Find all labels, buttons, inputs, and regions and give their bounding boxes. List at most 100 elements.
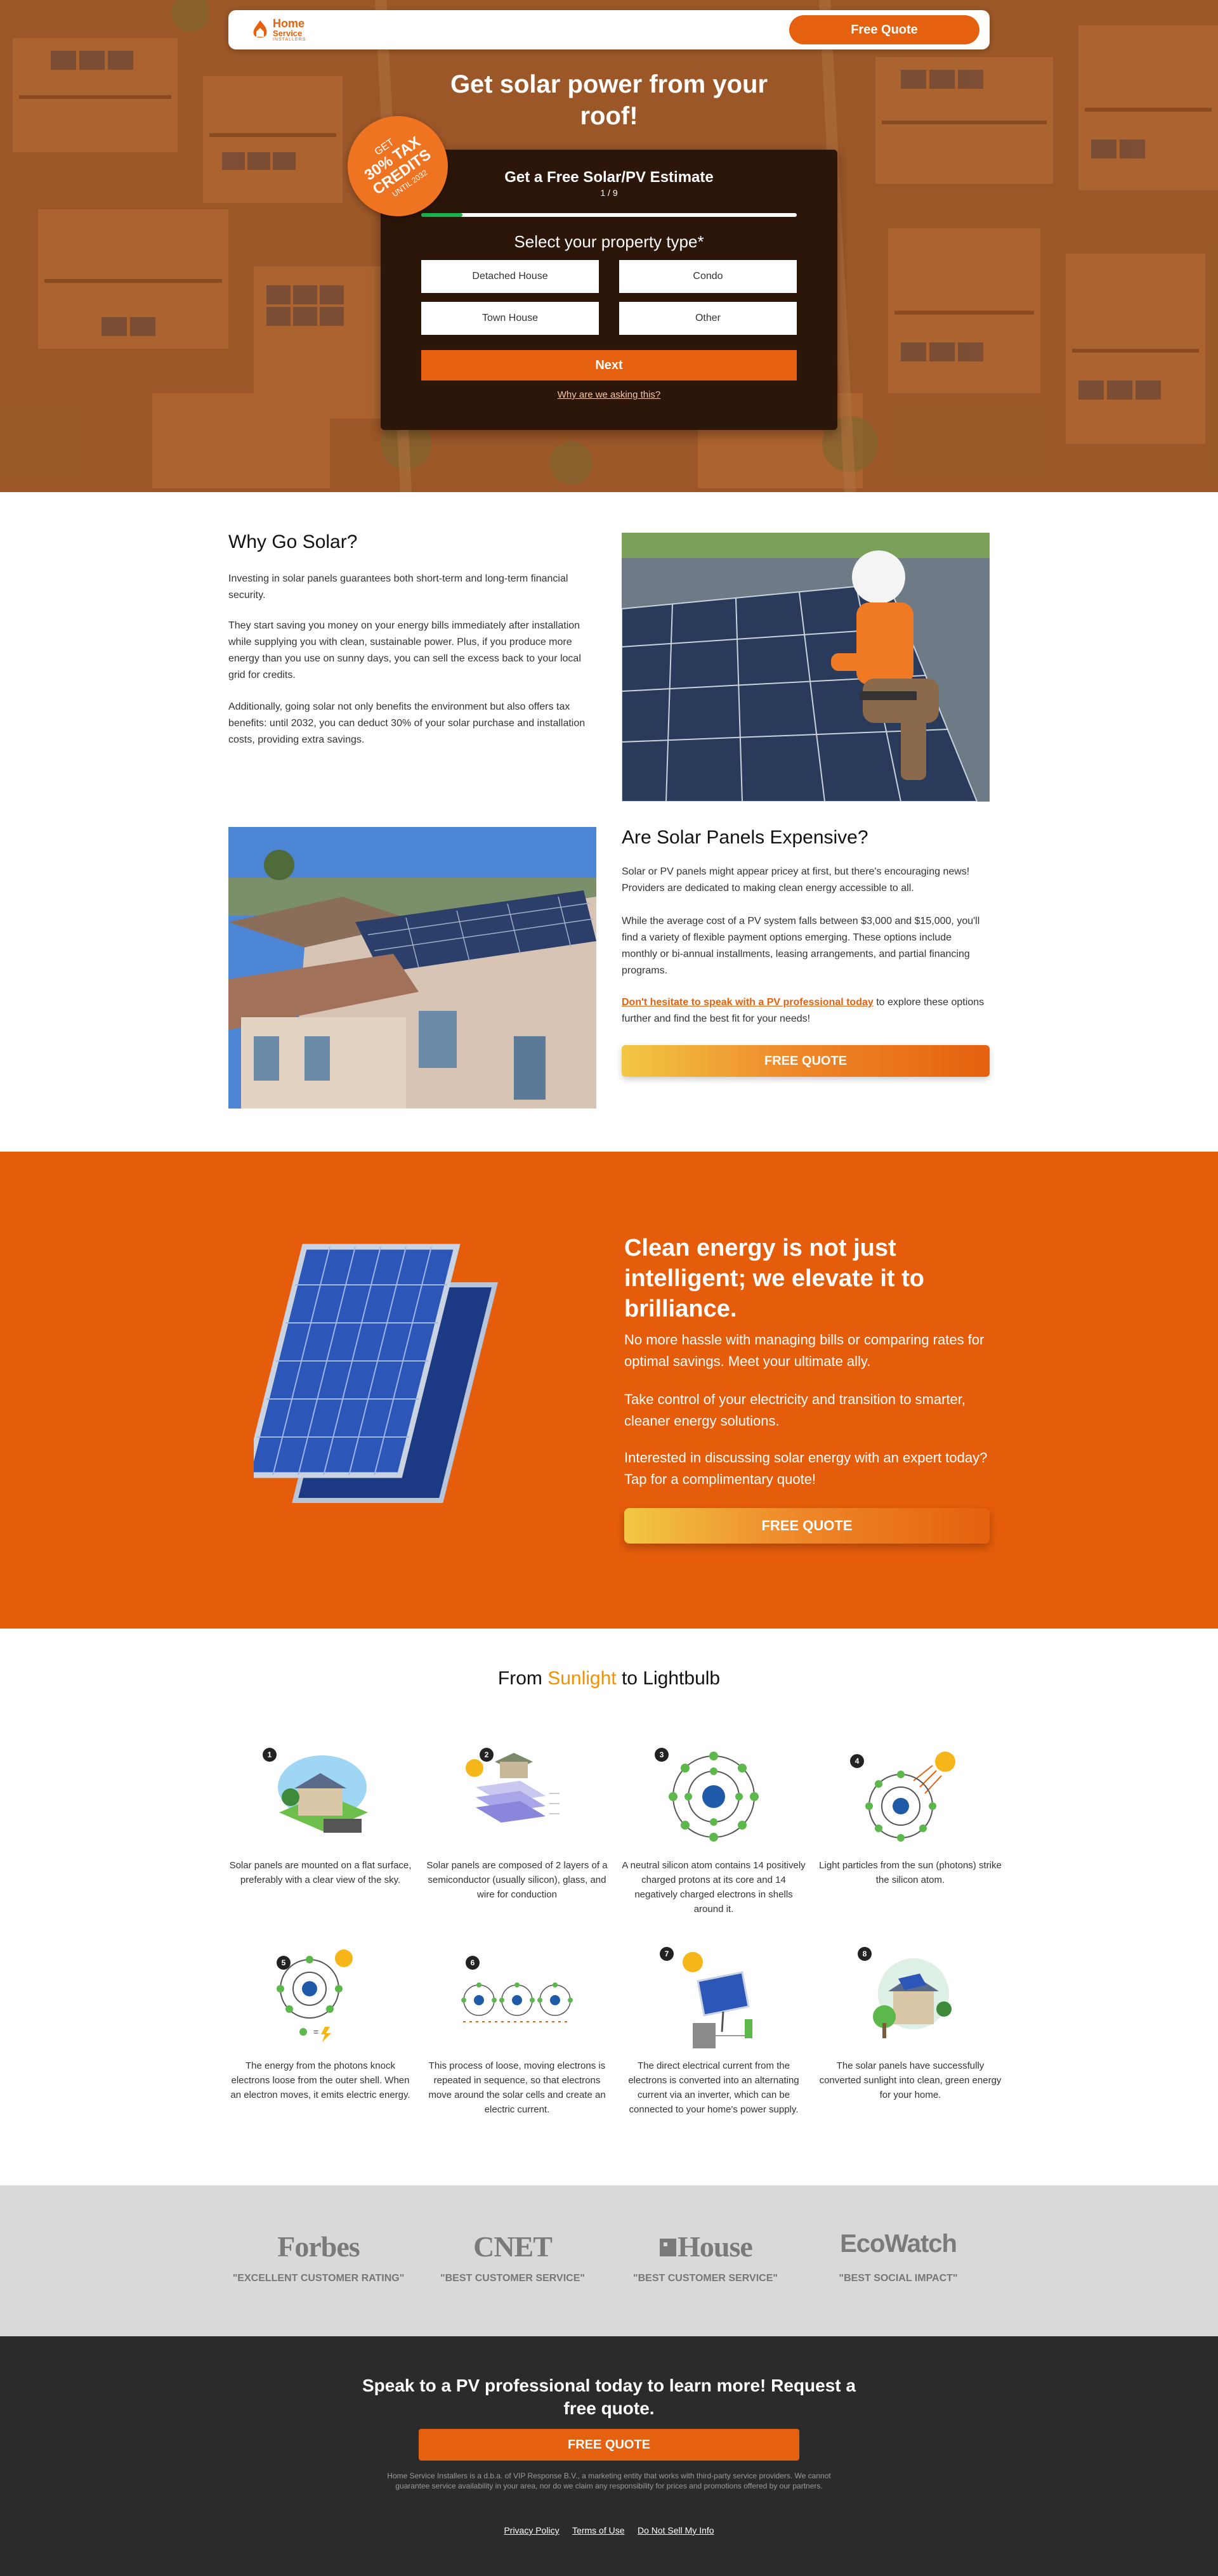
why-asking-link[interactable]: Why are we asking this? — [381, 389, 837, 400]
option-detached-house[interactable]: Detached House — [421, 260, 599, 293]
electron-release-icon: = — [277, 1949, 353, 2042]
steps-title: From Sunlight to Lightbulb — [0, 1668, 1218, 1689]
step-5: 5 = The energy from the photons knock el… — [228, 1943, 412, 2102]
step-5-caption: The energy from the photons knock electr… — [230, 2060, 410, 2100]
header-free-quote-button[interactable]: Free Quote — [789, 15, 979, 44]
step-6-number: 6 — [466, 1956, 480, 1970]
forbes-logo: Forbes — [277, 2230, 360, 2263]
step-4-number: 4 — [850, 1754, 864, 1768]
steps-title-prefix: From — [497, 1668, 548, 1689]
step-2-number: 2 — [480, 1748, 494, 1762]
step-2-caption: Solar panels are composed of 2 layers of… — [426, 1860, 608, 1900]
press-item-ecowatch: EcoWatch "BEST SOCIAL IMPACT" — [803, 2230, 993, 2284]
form-progress-fill — [421, 213, 463, 217]
flame-house-icon — [253, 20, 267, 38]
speak-pro-link[interactable]: Don't hesitate to speak with a PV profes… — [622, 997, 874, 1008]
electron-chain-icon — [461, 1982, 573, 2022]
step-3-number: 3 — [655, 1748, 669, 1762]
installer-on-roof-image — [622, 533, 990, 802]
photons-strike-atom-icon — [865, 1752, 955, 1842]
press-quote-forbes: "EXCELLENT CUSTOMER RATING" — [232, 2273, 405, 2284]
clean-energy-free-quote-button[interactable]: FREE QUOTE — [624, 1508, 990, 1544]
step-7-caption: The direct electrical current from the e… — [628, 2060, 799, 2115]
option-town-house[interactable]: Town House — [421, 302, 599, 335]
terms-of-use-link[interactable]: Terms of Use — [572, 2525, 624, 2535]
expensive-p2: While the average cost of a PV system fa… — [622, 916, 980, 976]
step-7: 7 The direct electrical current from the… — [622, 1943, 806, 2117]
step-8-number: 8 — [858, 1947, 872, 1961]
step-7-number: 7 — [660, 1947, 674, 1961]
top-nav-bar: Home Service INSTALLERS Free Quote — [228, 10, 990, 49]
step-6-caption: This process of loose, moving electrons … — [428, 2060, 606, 2115]
form-question: Select your property type* — [514, 232, 704, 251]
clean-energy-section: Clean energy is not just intelligent; we… — [0, 1152, 1218, 1629]
step-1: 1 Solar panels are mounted on a flat sur… — [228, 1743, 412, 1887]
option-other[interactable]: Other — [619, 302, 797, 335]
brand-logo[interactable]: Home Service INSTALLERS — [251, 16, 315, 43]
press-quote-cnet: "BEST CUSTOMER SERVICE" — [440, 2273, 585, 2284]
house-logo-text: House — [678, 2230, 753, 2263]
step-8-caption: The solar panels have successfully conve… — [819, 2060, 1002, 2100]
footer-disclaimer: Home Service Installers is a d.b.a. of V… — [387, 2471, 831, 2490]
option-condo[interactable]: Condo — [619, 260, 797, 293]
house-mark-icon — [660, 2239, 677, 2256]
step-5-number: 5 — [277, 1956, 291, 1970]
panel-layers-icon — [466, 1753, 560, 1823]
landing-page: Home Service INSTALLERS Free Quote Get s… — [0, 0, 1218, 2576]
step-4: 4 Light particles from the sun (photons)… — [818, 1743, 1002, 1887]
info-section: Why Go Solar? Investing in solar panels … — [0, 492, 1218, 1152]
form-progress-bar — [421, 213, 797, 217]
expensive-p3: Don't hesitate to speak with a PV profes… — [622, 994, 990, 1027]
silicon-atom-icon — [669, 1752, 759, 1842]
brand-name-line2: Service — [273, 29, 303, 38]
footer-title: Speak to a PV professional today to lear… — [362, 2376, 856, 2418]
brand-name-line3: INSTALLERS — [273, 37, 306, 42]
ecowatch-logo: EcoWatch — [840, 2230, 957, 2258]
why-solar-title: Why Go Solar? — [228, 531, 358, 552]
clean-energy-p2: Take control of your electricity and tra… — [624, 1391, 966, 1429]
expensive-p1: Solar or PV panels might appear pricey a… — [622, 866, 970, 894]
steps-title-highlight: Sunlight — [547, 1668, 617, 1689]
expensive-free-quote-button[interactable]: FREE QUOTE — [622, 1045, 990, 1077]
step-8: 8 The solar panels have successfully con… — [818, 1943, 1002, 2102]
hero-section: Home Service INSTALLERS Free Quote Get s… — [0, 0, 1218, 492]
hero-title: Get solar power from your roof! — [450, 70, 768, 130]
why-solar-p2: They start saving you money on your ener… — [228, 620, 581, 680]
tax-credit-badge: GET 30% TAX CREDITS UNTIL 2032 — [348, 116, 448, 216]
step-1-caption: Solar panels are mounted on a flat surfa… — [229, 1860, 412, 1885]
step-1-number: 1 — [263, 1748, 277, 1762]
house-on-lawn-icon — [278, 1755, 368, 1833]
press-quote-ecowatch: "BEST SOCIAL IMPACT" — [839, 2273, 958, 2284]
brand-name-line1: Home — [273, 17, 305, 30]
step-6: 6 This process of loose, moving electron… — [425, 1943, 609, 2117]
footer-section: Speak to a PV professional today to lear… — [0, 2336, 1218, 2576]
step-3-caption: A neutral silicon atom contains 14 posit… — [622, 1860, 806, 1915]
step-3: 3 A neutral silicon atom contains 14 pos… — [622, 1743, 806, 1916]
solar-panels-illustration — [254, 1244, 498, 1503]
privacy-policy-link[interactable]: Privacy Policy — [504, 2525, 559, 2535]
form-next-button[interactable]: Next — [421, 350, 797, 381]
expensive-title: Are Solar Panels Expensive? — [622, 827, 868, 848]
footer-free-quote-button[interactable]: FREE QUOTE — [419, 2429, 799, 2461]
sunlight-to-lightbulb-section: From Sunlight to Lightbulb 1 Solar panel… — [0, 1629, 1218, 2185]
clean-energy-p3: Interested in discussing solar energy wi… — [624, 1450, 988, 1487]
why-solar-p3: Additionally, going solar not only benef… — [228, 701, 586, 745]
svg-text:=: = — [313, 2027, 318, 2037]
inverter-icon — [683, 1952, 752, 2048]
clean-energy-title: Clean energy is not just intelligent; we… — [624, 1235, 924, 1322]
step-2: 2 Solar panels are composed of 2 layers … — [425, 1743, 609, 1902]
green-home-icon — [873, 1958, 952, 2038]
press-item-cnet: CNET "BEST CUSTOMER SERVICE" — [417, 2230, 608, 2284]
house-with-solar-panels-image — [228, 827, 596, 1109]
press-item-forbes: Forbes "EXCELLENT CUSTOMER RATING" — [223, 2230, 414, 2284]
clean-energy-p1: No more hassle with managing bills or co… — [624, 1332, 985, 1369]
press-item-this-old-house: House "BEST CUSTOMER SERVICE" — [610, 2230, 801, 2284]
form-step-counter: 1 / 9 — [600, 188, 618, 198]
estimate-form-card: Get a Free Solar/PV Estimate 1 / 9 Selec… — [381, 150, 837, 430]
step-4-caption: Light particles from the sun (photons) s… — [819, 1860, 1002, 1885]
steps-title-suffix: to Lightbulb — [616, 1668, 721, 1689]
this-old-house-logo: House — [610, 2230, 801, 2267]
footer-links: Privacy Policy Terms of Use Do Not Sell … — [0, 2525, 1218, 2537]
do-not-sell-link[interactable]: Do Not Sell My Info — [638, 2525, 714, 2535]
cnet-logo: CNET — [473, 2230, 553, 2263]
